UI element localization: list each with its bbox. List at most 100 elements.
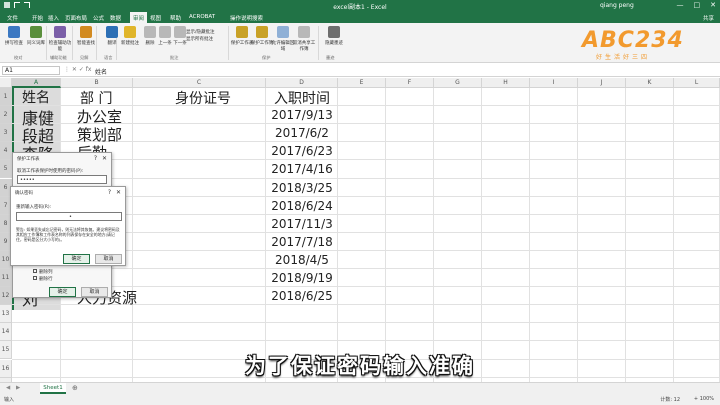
row-header[interactable]: 12 [0, 287, 12, 306]
checkbox-label: 删除列 [39, 270, 53, 275]
ribbon-button-icon [8, 26, 20, 38]
close-button[interactable]: ✕ [710, 1, 716, 9]
date-cell[interactable]: 2018/6/24 [261, 199, 343, 213]
row-header[interactable]: 14 [0, 323, 12, 342]
ok-button[interactable]: 确定 [63, 254, 90, 264]
row-header[interactable]: 5 [0, 160, 12, 179]
column-header[interactable]: J [578, 78, 626, 88]
formula-icons[interactable]: ⋮ ✕ ✓ fx [64, 66, 91, 73]
grid-line [132, 88, 133, 382]
cancel-button[interactable]: 取消 [95, 254, 122, 264]
checkbox-delete-rows[interactable]: 删除行 [33, 276, 53, 283]
column-header[interactable]: G [434, 78, 482, 88]
tab-2[interactable]: 插入 [48, 14, 59, 22]
row-header[interactable]: 2 [0, 106, 12, 125]
date-cell[interactable]: 2017/9/13 [261, 108, 343, 122]
add-sheet-icon[interactable]: ⊕ [72, 384, 78, 392]
help-icon[interactable]: ? [94, 155, 97, 162]
ribbon-button-icon [277, 26, 289, 38]
confirm-password-field[interactable]: • [16, 212, 122, 221]
date-cell[interactable]: 2017/7/18 [261, 235, 343, 249]
user-name[interactable]: qiang peng [600, 2, 634, 9]
row-header[interactable]: 1 [0, 88, 12, 107]
close-icon[interactable]: ✕ [116, 189, 121, 196]
ok-button[interactable]: 确定 [49, 287, 76, 297]
date-cell[interactable]: 2018/6/25 [261, 289, 343, 303]
date-cell[interactable]: 2017/4/16 [261, 162, 343, 176]
ribbon-button-3[interactable]: 智能查找 [74, 26, 98, 46]
date-cell[interactable]: 2017/11/3 [261, 217, 343, 231]
share-button[interactable]: 共享 [703, 14, 714, 22]
column-header[interactable]: F [386, 78, 434, 88]
checkbox-delete-columns[interactable]: 删除列 [33, 269, 53, 276]
tab-3[interactable]: 页面布局 [65, 14, 87, 22]
header-date-cell[interactable]: 入职时间 [274, 88, 330, 108]
formula-input[interactable]: 姓名 [95, 67, 107, 76]
ribbon-button-1[interactable]: 同义词库 [24, 26, 48, 46]
date-cell[interactable]: 2018/3/25 [261, 181, 343, 195]
row-header[interactable]: 3 [0, 124, 12, 143]
ribbon-group-label: 保护 [262, 55, 271, 60]
header-name-cell[interactable]: 姓名 [22, 87, 50, 107]
ribbon-button-label: 允许编辑区域 [271, 41, 295, 52]
maximize-button[interactable]: □ [694, 1, 701, 9]
ribbon-separator [228, 26, 229, 60]
zoom-control[interactable]: + 100% [694, 396, 714, 402]
confirm-password-dialog: 确认密码 ? ✕ 重新输入密码(R): • 警告: 如果丢失或忘记密码，则无法将… [10, 186, 126, 266]
tab-8[interactable]: 帮助 [170, 14, 181, 22]
tab-7[interactable]: 视图 [150, 14, 161, 22]
close-icon[interactable]: ✕ [102, 155, 107, 162]
column-header[interactable]: C [133, 78, 266, 88]
ribbon-button-2[interactable]: 检查辅助功能 [48, 26, 72, 52]
column-header[interactable]: D [266, 78, 338, 88]
date-cell[interactable]: 2017/6/23 [261, 144, 343, 158]
ribbon-button-13[interactable]: 隐藏墨迹 [322, 26, 346, 46]
select-all-corner[interactable] [0, 78, 12, 88]
sheet-tab-bar: ◀ ▶ Sheet1 ⊕ [0, 382, 720, 394]
tab-9[interactable]: ACROBAT [189, 14, 215, 20]
row-header[interactable]: 4 [0, 142, 12, 161]
ribbon-button-0[interactable]: 拼写检查 [2, 26, 26, 46]
date-cell[interactable]: 2018/4/5 [261, 253, 343, 267]
header-id-cell[interactable]: 身份证号 [175, 88, 231, 108]
row-header[interactable]: 11 [0, 269, 12, 288]
ribbon-button-8[interactable]: 下一条 [168, 26, 192, 46]
ribbon-button-icon [298, 26, 310, 38]
password-field[interactable]: ••••• [17, 175, 107, 184]
ribbon-button-icon [328, 26, 340, 38]
sheet-tab[interactable]: Sheet1 [40, 383, 66, 394]
column-header[interactable]: E [338, 78, 386, 88]
date-cell[interactable]: 2018/9/19 [261, 271, 343, 285]
grid-line [12, 322, 720, 324]
row-header[interactable]: 13 [0, 305, 12, 324]
ribbon-tabs: 共享 文件 开始 插入 页面布局 公式 数据 审阅 视图 帮助 ACROBAT 操作说明搜索 [0, 12, 720, 23]
cancel-button[interactable]: 取消 [81, 287, 108, 297]
tab-4[interactable]: 公式 [93, 14, 104, 22]
column-header[interactable]: I [530, 78, 578, 88]
scroll-right-icon[interactable]: ▶ [16, 385, 20, 391]
name-box[interactable]: A1 [2, 66, 60, 75]
column-header[interactable]: H [482, 78, 530, 88]
ribbon-button-icon [236, 26, 248, 38]
ribbon-button-label: 保护工作簿 [250, 41, 274, 46]
password-mask: ••••• [20, 177, 35, 183]
tab-0[interactable]: 文件 [7, 14, 18, 22]
column-header[interactable]: L [674, 78, 720, 88]
help-icon[interactable]: ? [108, 189, 111, 196]
grid-line [481, 88, 482, 382]
tab-6[interactable]: 审阅 [130, 12, 148, 23]
grid-line [12, 177, 720, 179]
tab-1[interactable]: 开始 [32, 14, 43, 22]
tab-10[interactable]: 操作说明搜索 [230, 14, 263, 22]
scroll-left-icon[interactable]: ◀ [6, 385, 10, 391]
tab-5[interactable]: 数据 [110, 14, 121, 22]
column-header[interactable]: B [61, 78, 133, 88]
status-mode: 输入 [4, 397, 15, 403]
checkbox-icon [33, 269, 37, 273]
column-header[interactable]: K [626, 78, 674, 88]
ribbon-group-label: 语言 [104, 55, 113, 60]
minimize-button[interactable]: — [677, 1, 684, 9]
header-dept-cell[interactable]: 部 门 [80, 88, 112, 108]
date-cell[interactable]: 2017/6/2 [261, 126, 343, 140]
ribbon-button-12[interactable]: 取消共享工作簿 [292, 26, 316, 52]
